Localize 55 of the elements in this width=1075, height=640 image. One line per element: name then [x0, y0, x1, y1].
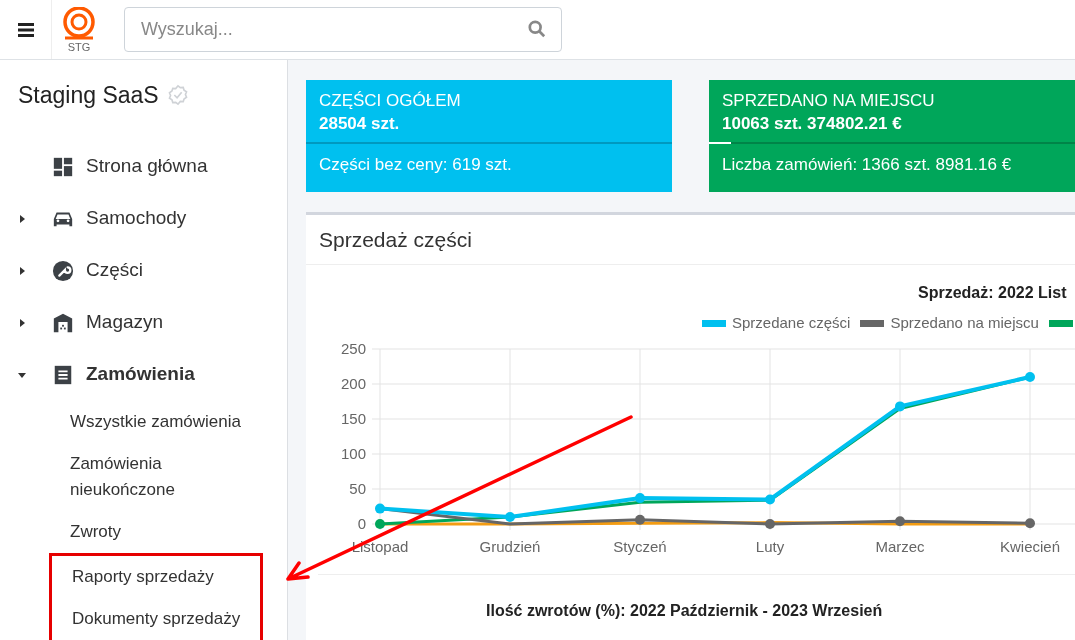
- y-tick-label: 200: [340, 375, 366, 392]
- card-title: Sprzedaż części: [319, 226, 472, 253]
- data-point: [1025, 372, 1035, 382]
- legend-label: Sprzedane części: [732, 312, 851, 333]
- nav-item[interactable]: Samochody: [0, 192, 287, 245]
- search-icon: [528, 20, 546, 38]
- wrench-icon: [52, 259, 74, 282]
- y-tick-label: 0: [357, 515, 366, 532]
- x-tick-label: Marzec: [875, 538, 925, 555]
- nav-item[interactable]: Strona główna: [0, 140, 287, 193]
- data-point: [375, 519, 385, 529]
- y-tick-label: 100: [340, 445, 366, 462]
- y-tick-label: 250: [340, 340, 366, 357]
- stat-value: 10063 szt. 374802.21 €: [722, 113, 903, 135]
- chart-title: Sprzedaż: 2022 List: [918, 284, 1067, 301]
- data-point: [765, 519, 775, 529]
- stat-title: SPRZEDANO NA MIEJSCU: [722, 90, 936, 112]
- logo-icon: [61, 6, 97, 41]
- data-point: [1025, 518, 1035, 529]
- search-field[interactable]: Wyszukaj...: [124, 7, 562, 52]
- verified-badge-icon: [166, 84, 189, 107]
- document-icon: [52, 363, 74, 386]
- data-point: [505, 512, 515, 522]
- x-tick-label: Grudzień: [479, 538, 541, 555]
- submenu-link[interactable]: Wszystkie zamówienia: [70, 408, 260, 435]
- submenu-link[interactable]: Dokumenty sprzedaży: [72, 605, 262, 632]
- data-point: [375, 503, 385, 514]
- x-tick-label: Styczeń: [613, 538, 667, 555]
- submenu-link[interactable]: Zwroty: [70, 518, 260, 545]
- y-tick-label: 150: [340, 410, 366, 427]
- submenu-link[interactable]: Raporty sprzedaży: [72, 563, 262, 590]
- stat-title: CZĘŚCI OGÓŁEM: [319, 90, 462, 112]
- data-point: [895, 401, 905, 412]
- menu-icon: [17, 22, 34, 37]
- dashboard-icon: [52, 155, 74, 178]
- data-point: [765, 494, 775, 505]
- nav-item[interactable]: Części: [0, 244, 287, 297]
- legend-label: Sprzedano na miejscu: [890, 312, 1039, 333]
- stat-detail: Liczba zamówień: 1366 szt. 8981.16 €: [721, 154, 1013, 176]
- sidebar-title: Staging SaaS: [18, 81, 159, 110]
- submenu-link[interactable]: Zamówienia nieukończone: [70, 450, 260, 503]
- data-point: [635, 514, 645, 525]
- nav-item[interactable]: Zamówienia: [0, 348, 287, 401]
- y-tick-label: 50: [349, 480, 366, 497]
- stat-detail: Części bez ceny: 619 szt.: [318, 154, 513, 176]
- x-tick-label: Listopad: [351, 538, 409, 555]
- x-tick-label: Kwiecień: [1000, 538, 1060, 555]
- x-tick-label: Luty: [755, 538, 785, 555]
- nav-item[interactable]: Magazyn: [0, 296, 287, 349]
- data-point: [635, 493, 645, 504]
- logo-text: STG: [67, 40, 91, 53]
- warehouse-icon: [52, 311, 74, 334]
- stat-value: 28504 szt.: [319, 113, 401, 135]
- chart-title: Ilość zwrotów (%): 2022 Październik - 2023 Wrzesień: [486, 602, 883, 619]
- data-point: [895, 516, 905, 527]
